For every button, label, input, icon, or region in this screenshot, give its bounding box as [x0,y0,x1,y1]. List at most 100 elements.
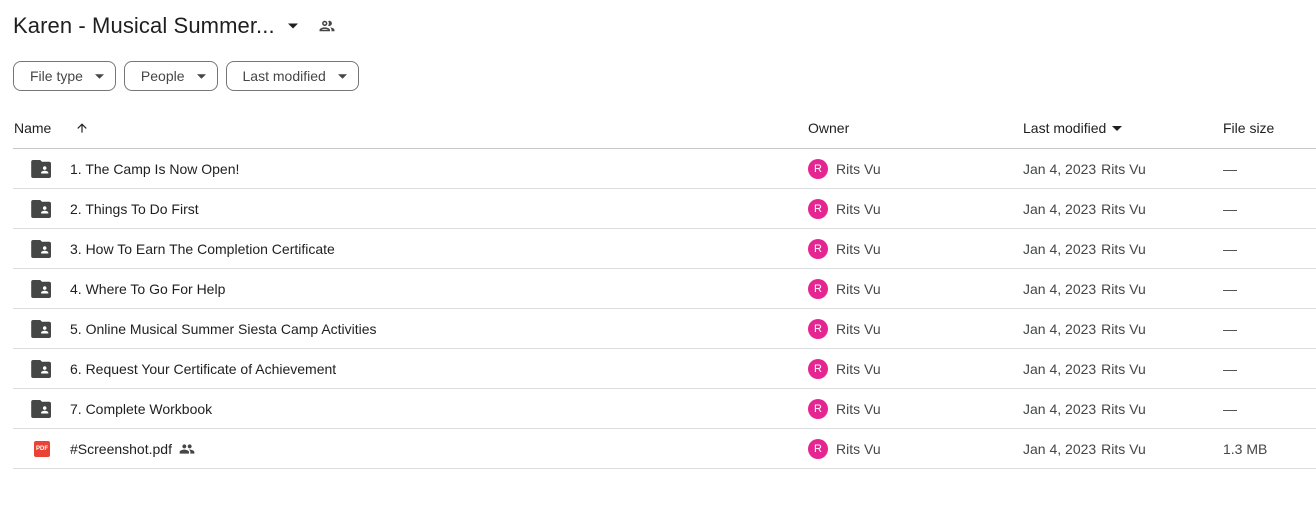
owner-name: Rits Vu [836,280,881,297]
file-name-cell: 4. Where To Go For Help [70,269,225,308]
owner-name: Rits Vu [836,240,881,257]
file-list: Name Owner Last modified File size 1. Th… [13,108,1316,469]
modified-by: Rits Vu [1101,360,1146,377]
owner-cell: R Rits Vu [808,309,881,348]
modified-date: Jan 4, 2023 [1023,160,1097,177]
table-row[interactable]: 1. The Camp Is Now Open! R Rits Vu Jan 4… [13,149,1316,189]
modified-date: Jan 4, 2023 [1023,440,1097,457]
table-row[interactable]: 3. How To Earn The Completion Certificat… [13,229,1316,269]
file-name[interactable]: 4. Where To Go For Help [70,281,225,297]
owner-name: Rits Vu [836,200,881,217]
last-modified-label: Last modified [1023,120,1107,136]
arrow-drop-down-icon [197,71,207,81]
owner-name: Rits Vu [836,400,881,417]
pdf-badge: PDF [34,440,50,457]
file-name[interactable]: 6. Request Your Certificate of Achieveme… [70,361,336,377]
modified-date: Jan 4, 2023 [1023,200,1097,217]
last-modified-cell: Jan 4, 2023 Rits Vu [1023,189,1146,228]
owner-name: Rits Vu [836,440,881,457]
modified-date: Jan 4, 2023 [1023,240,1097,257]
last-modified-cell: Jan 4, 2023 Rits Vu [1023,149,1146,188]
shared-folder-icon [31,189,53,228]
modified-date: Jan 4, 2023 [1023,400,1097,417]
file-size-cell: — [1223,160,1237,177]
arrow-drop-down-icon [95,71,105,81]
file-size-cell: — [1223,400,1237,417]
file-name[interactable]: 1. The Camp Is Now Open! [70,161,239,177]
modified-date: Jan 4, 2023 [1023,360,1097,377]
file-size-cell: — [1223,360,1237,377]
file-name-cell: 5. Online Musical Summer Siesta Camp Act… [70,309,377,348]
file-size-cell: 1.3 MB [1223,440,1268,457]
shared-folder-icon [31,309,53,348]
people-icon[interactable] [315,14,339,38]
file-name-cell: #Screenshot.pdf [70,429,195,468]
avatar: R [808,358,828,379]
table-body: 1. The Camp Is Now Open! R Rits Vu Jan 4… [13,149,1316,469]
modified-date: Jan 4, 2023 [1023,280,1097,297]
file-name-cell: 3. How To Earn The Completion Certificat… [70,229,335,268]
modified-by: Rits Vu [1101,240,1146,257]
owner-cell: R Rits Vu [808,269,881,308]
owner-cell: R Rits Vu [808,229,881,268]
avatar: R [808,238,828,259]
modified-date: Jan 4, 2023 [1023,320,1097,337]
shared-folder-icon [31,389,53,428]
owner-cell: R Rits Vu [808,149,881,188]
table-row[interactable]: 2. Things To Do First R Rits Vu Jan 4, 2… [13,189,1316,229]
people-filter-button[interactable]: People [123,61,218,91]
last-modified-cell: Jan 4, 2023 Rits Vu [1023,349,1146,388]
file-type-filter-button[interactable]: File type [13,61,116,91]
last-modified-cell: Jan 4, 2023 Rits Vu [1023,389,1146,428]
modified-by: Rits Vu [1101,400,1146,417]
file-name[interactable]: 7. Complete Workbook [70,401,212,417]
avatar: R [808,158,828,179]
table-header: Name Owner Last modified File size [13,108,1316,149]
file-name-cell: 6. Request Your Certificate of Achieveme… [70,349,336,388]
arrow-drop-down-icon [338,71,348,81]
shared-folder-icon [31,229,53,268]
table-row[interactable]: 6. Request Your Certificate of Achieveme… [13,349,1316,389]
file-size-cell: — [1223,200,1237,217]
chip-label: People [140,68,185,84]
file-name-cell: 7. Complete Workbook [70,389,212,428]
chip-label: File type [30,68,83,84]
folder-title[interactable]: Karen - Musical Summer... [13,13,275,39]
avatar: R [808,198,828,219]
file-name[interactable]: #Screenshot.pdf [70,441,172,457]
table-row[interactable]: 7. Complete Workbook R Rits Vu Jan 4, 20… [13,389,1316,429]
file-size-cell: — [1223,280,1237,297]
avatar: R [808,318,828,339]
modified-by: Rits Vu [1101,320,1146,337]
table-row[interactable]: 4. Where To Go For Help R Rits Vu Jan 4,… [13,269,1316,309]
pdf-icon: PDF [31,429,53,468]
avatar: R [808,278,828,299]
last-modified-filter-button[interactable]: Last modified [225,61,359,91]
modified-by: Rits Vu [1101,160,1146,177]
owner-cell: R Rits Vu [808,189,881,228]
shared-folder-icon [31,349,53,388]
last-modified-cell: Jan 4, 2023 Rits Vu [1023,269,1146,308]
last-modified-cell: Jan 4, 2023 Rits Vu [1023,429,1146,468]
table-row[interactable]: PDF #Screenshot.pdf R Rits Vu Jan 4, 202… [13,429,1316,469]
table-row[interactable]: 5. Online Musical Summer Siesta Camp Act… [13,309,1316,349]
last-modified-column-header[interactable]: Last modified [1023,108,1123,148]
file-name[interactable]: 2. Things To Do First [70,201,199,217]
shared-folder-icon [31,149,53,188]
owner-cell: R Rits Vu [808,389,881,428]
owner-cell: R Rits Vu [808,429,881,468]
file-size-column-header: File size [1223,120,1275,136]
arrow-up-icon[interactable] [73,108,91,148]
file-name[interactable]: 5. Online Musical Summer Siesta Camp Act… [70,321,377,337]
page-header: Karen - Musical Summer... [13,6,339,46]
file-size-cell: — [1223,320,1237,337]
owner-cell: R Rits Vu [808,349,881,388]
arrow-drop-down-icon[interactable] [281,14,305,38]
file-name[interactable]: 3. How To Earn The Completion Certificat… [70,241,335,257]
modified-by: Rits Vu [1101,440,1146,457]
owner-name: Rits Vu [836,320,881,337]
last-modified-cell: Jan 4, 2023 Rits Vu [1023,309,1146,348]
name-column-header[interactable]: Name [14,108,51,148]
last-modified-cell: Jan 4, 2023 Rits Vu [1023,229,1146,268]
avatar: R [808,438,828,459]
